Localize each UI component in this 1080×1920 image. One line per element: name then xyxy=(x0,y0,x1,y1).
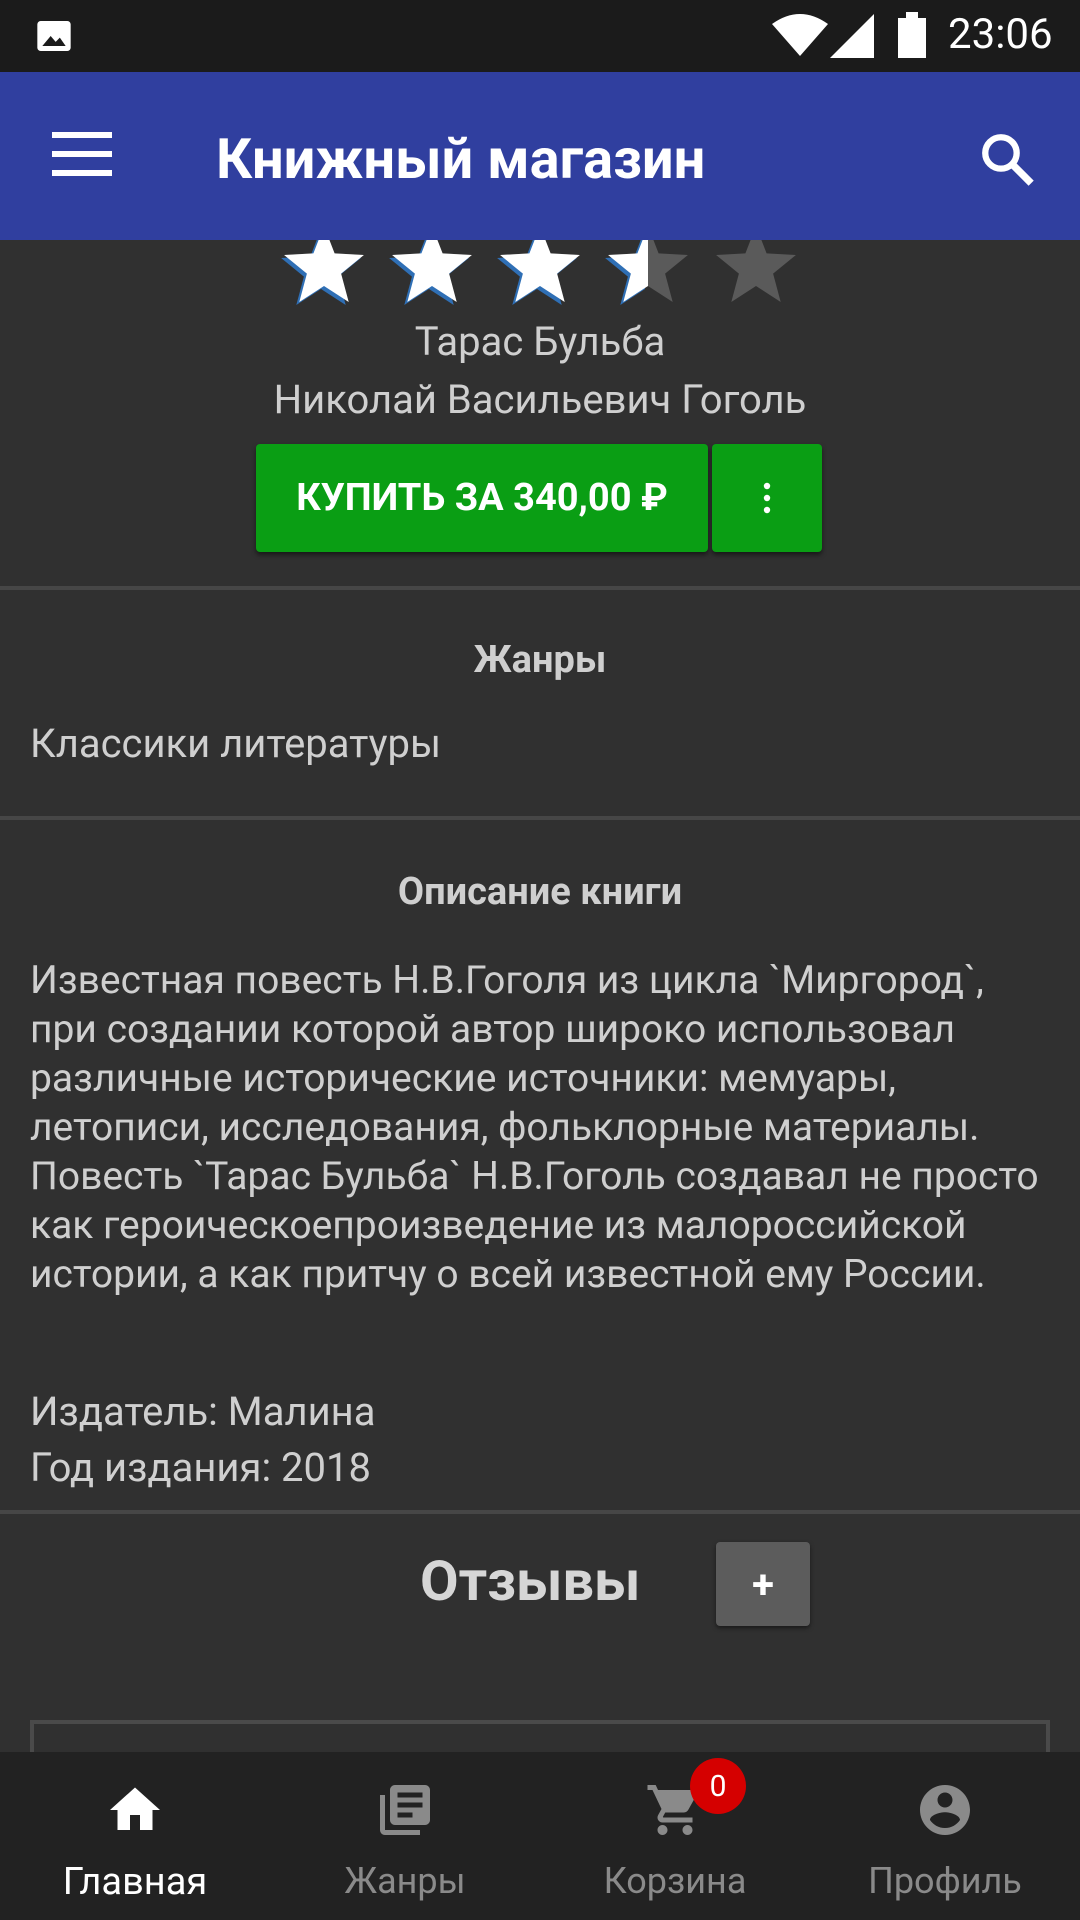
status-bar: 23:06 xyxy=(0,0,1080,72)
rating-stars xyxy=(281,240,796,305)
menu-icon[interactable] xyxy=(52,128,112,180)
account-icon xyxy=(920,1785,970,1835)
divider xyxy=(0,1510,1080,1514)
book-title: Тарас Бульба xyxy=(414,318,666,365)
signal-icon xyxy=(830,14,874,58)
nav-profile-label: Профиль xyxy=(868,1860,1022,1902)
more-vert-icon xyxy=(763,482,771,514)
more-options-button[interactable] xyxy=(712,444,822,552)
nav-home[interactable]: Главная xyxy=(0,1752,270,1920)
app-bar: Книжный магазин xyxy=(0,72,1080,240)
nav-profile[interactable]: Профиль xyxy=(810,1752,1080,1920)
cart-count-badge: 0 xyxy=(690,1758,746,1814)
home-icon xyxy=(110,1787,160,1830)
review-card xyxy=(30,1720,1050,1752)
description-heading: Описание книги xyxy=(397,870,683,914)
wifi-icon xyxy=(772,14,828,56)
book-detail-content[interactable]: Тарас Бульба Николай Васильевич Гоголь К… xyxy=(0,240,1080,1752)
image-notification-icon xyxy=(37,21,71,51)
star-filled xyxy=(392,240,472,302)
nav-cart[interactable]: 0 Корзина xyxy=(540,1752,810,1920)
genre-value[interactable]: Классики литературы xyxy=(30,720,441,767)
publisher: Издатель: Малина xyxy=(30,1388,376,1435)
add-review-button[interactable]: + xyxy=(716,1542,810,1626)
nav-genres[interactable]: Жанры xyxy=(270,1752,540,1920)
battery-icon xyxy=(898,12,926,58)
reviews-heading: Отзывы xyxy=(420,1548,641,1614)
genres-heading: Жанры xyxy=(473,638,607,682)
book-author: Николай Васильевич Гоголь xyxy=(273,376,807,423)
description-text: Известная повесть Н.В.Гоголя из цикла `М… xyxy=(30,957,1039,1297)
nav-genres-label: Жанры xyxy=(344,1860,466,1902)
divider xyxy=(0,816,1080,820)
divider xyxy=(0,586,1080,590)
buy-button[interactable]: КУПИТЬ ЗА 340,00 ₽ xyxy=(256,444,708,552)
nav-cart-label: Корзина xyxy=(603,1860,747,1902)
nav-home-label: Главная xyxy=(62,1860,208,1904)
publish-year: Год издания: 2018 xyxy=(30,1444,371,1491)
star-filled xyxy=(500,240,580,302)
search-icon[interactable] xyxy=(978,130,1036,188)
clock: 23:06 xyxy=(948,10,1053,59)
star-filled xyxy=(608,240,648,302)
bottom-navigation: Главная Жанры 0 Корзина Профиль xyxy=(0,1752,1080,1920)
app-title: Книжный магазин xyxy=(216,126,706,192)
star-filled xyxy=(284,240,364,302)
star-empty xyxy=(716,240,796,302)
library-icon xyxy=(380,1785,430,1835)
